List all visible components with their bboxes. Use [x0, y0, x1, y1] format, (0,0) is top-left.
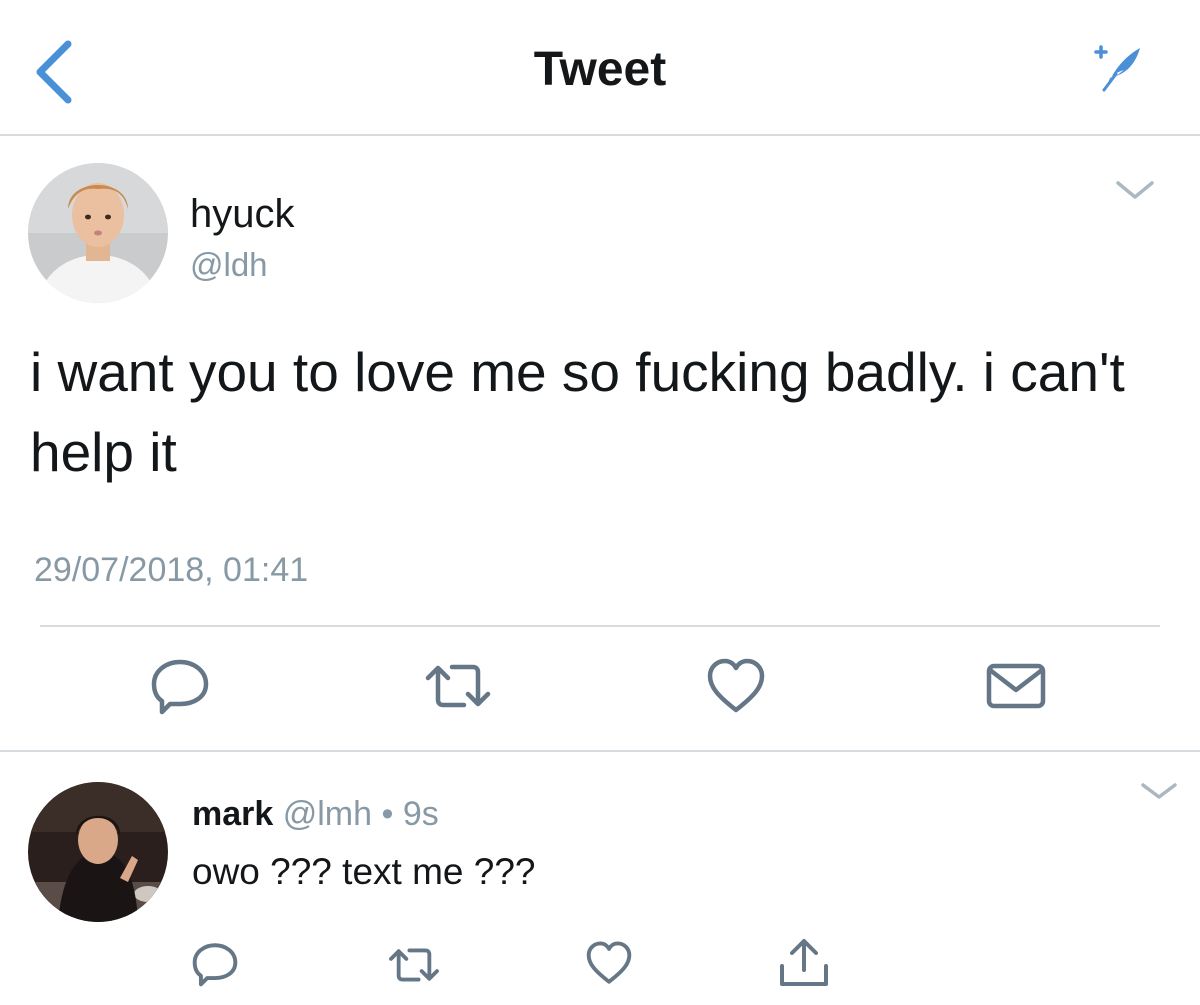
- reply-menu-button[interactable]: [1138, 778, 1180, 804]
- tweet-menu-button[interactable]: [1112, 175, 1158, 205]
- author-handle[interactable]: @ldh: [190, 245, 268, 285]
- tweet-timestamp: 29/07/2018, 01:41: [34, 551, 309, 589]
- separator-dot: •: [372, 795, 403, 833]
- header-divider: [0, 134, 1200, 136]
- divider: [40, 625, 1160, 627]
- reply-button[interactable]: [148, 654, 212, 718]
- chevron-down-icon: [1116, 181, 1154, 199]
- like-icon: [707, 658, 765, 713]
- reply-age: 9s: [402, 795, 439, 833]
- share-icon: [780, 939, 828, 986]
- avatar-photo: [28, 163, 168, 303]
- author-name[interactable]: hyuck: [190, 190, 295, 238]
- direct-message-button[interactable]: [984, 656, 1048, 716]
- tweet-text: i want you to love me so fucking badly. …: [30, 341, 1125, 483]
- compose-button[interactable]: [1088, 40, 1148, 96]
- retweet-icon: [425, 664, 491, 708]
- divider: [0, 750, 1200, 752]
- like-icon: [586, 941, 632, 984]
- top-nav-bar: Tweet: [0, 0, 1200, 134]
- reply-author-name[interactable]: mark: [192, 795, 273, 833]
- page-title: Tweet: [533, 43, 667, 96]
- avatar[interactable]: [28, 782, 168, 922]
- avatar[interactable]: [28, 163, 168, 303]
- chevron-down-icon: [1141, 783, 1177, 799]
- reply-text: owo ??? text me ???: [192, 851, 536, 892]
- reply-icon: [151, 659, 209, 715]
- reply-icon: [192, 943, 238, 987]
- reply-reply-button[interactable]: [190, 938, 240, 990]
- like-button[interactable]: [704, 654, 768, 718]
- reply-like-button[interactable]: [584, 938, 634, 988]
- compose-feather-icon: [1094, 45, 1140, 92]
- retweet-button[interactable]: [420, 656, 496, 716]
- reply-retweet-button[interactable]: [384, 942, 444, 988]
- reply-author-handle[interactable]: @lmh: [283, 795, 372, 833]
- reply-author-line: mark @lmh • 9s: [192, 792, 439, 836]
- reply-share-button[interactable]: [776, 936, 832, 990]
- avatar-photo: [28, 782, 168, 922]
- message-icon: [986, 663, 1046, 709]
- retweet-icon: [389, 948, 439, 982]
